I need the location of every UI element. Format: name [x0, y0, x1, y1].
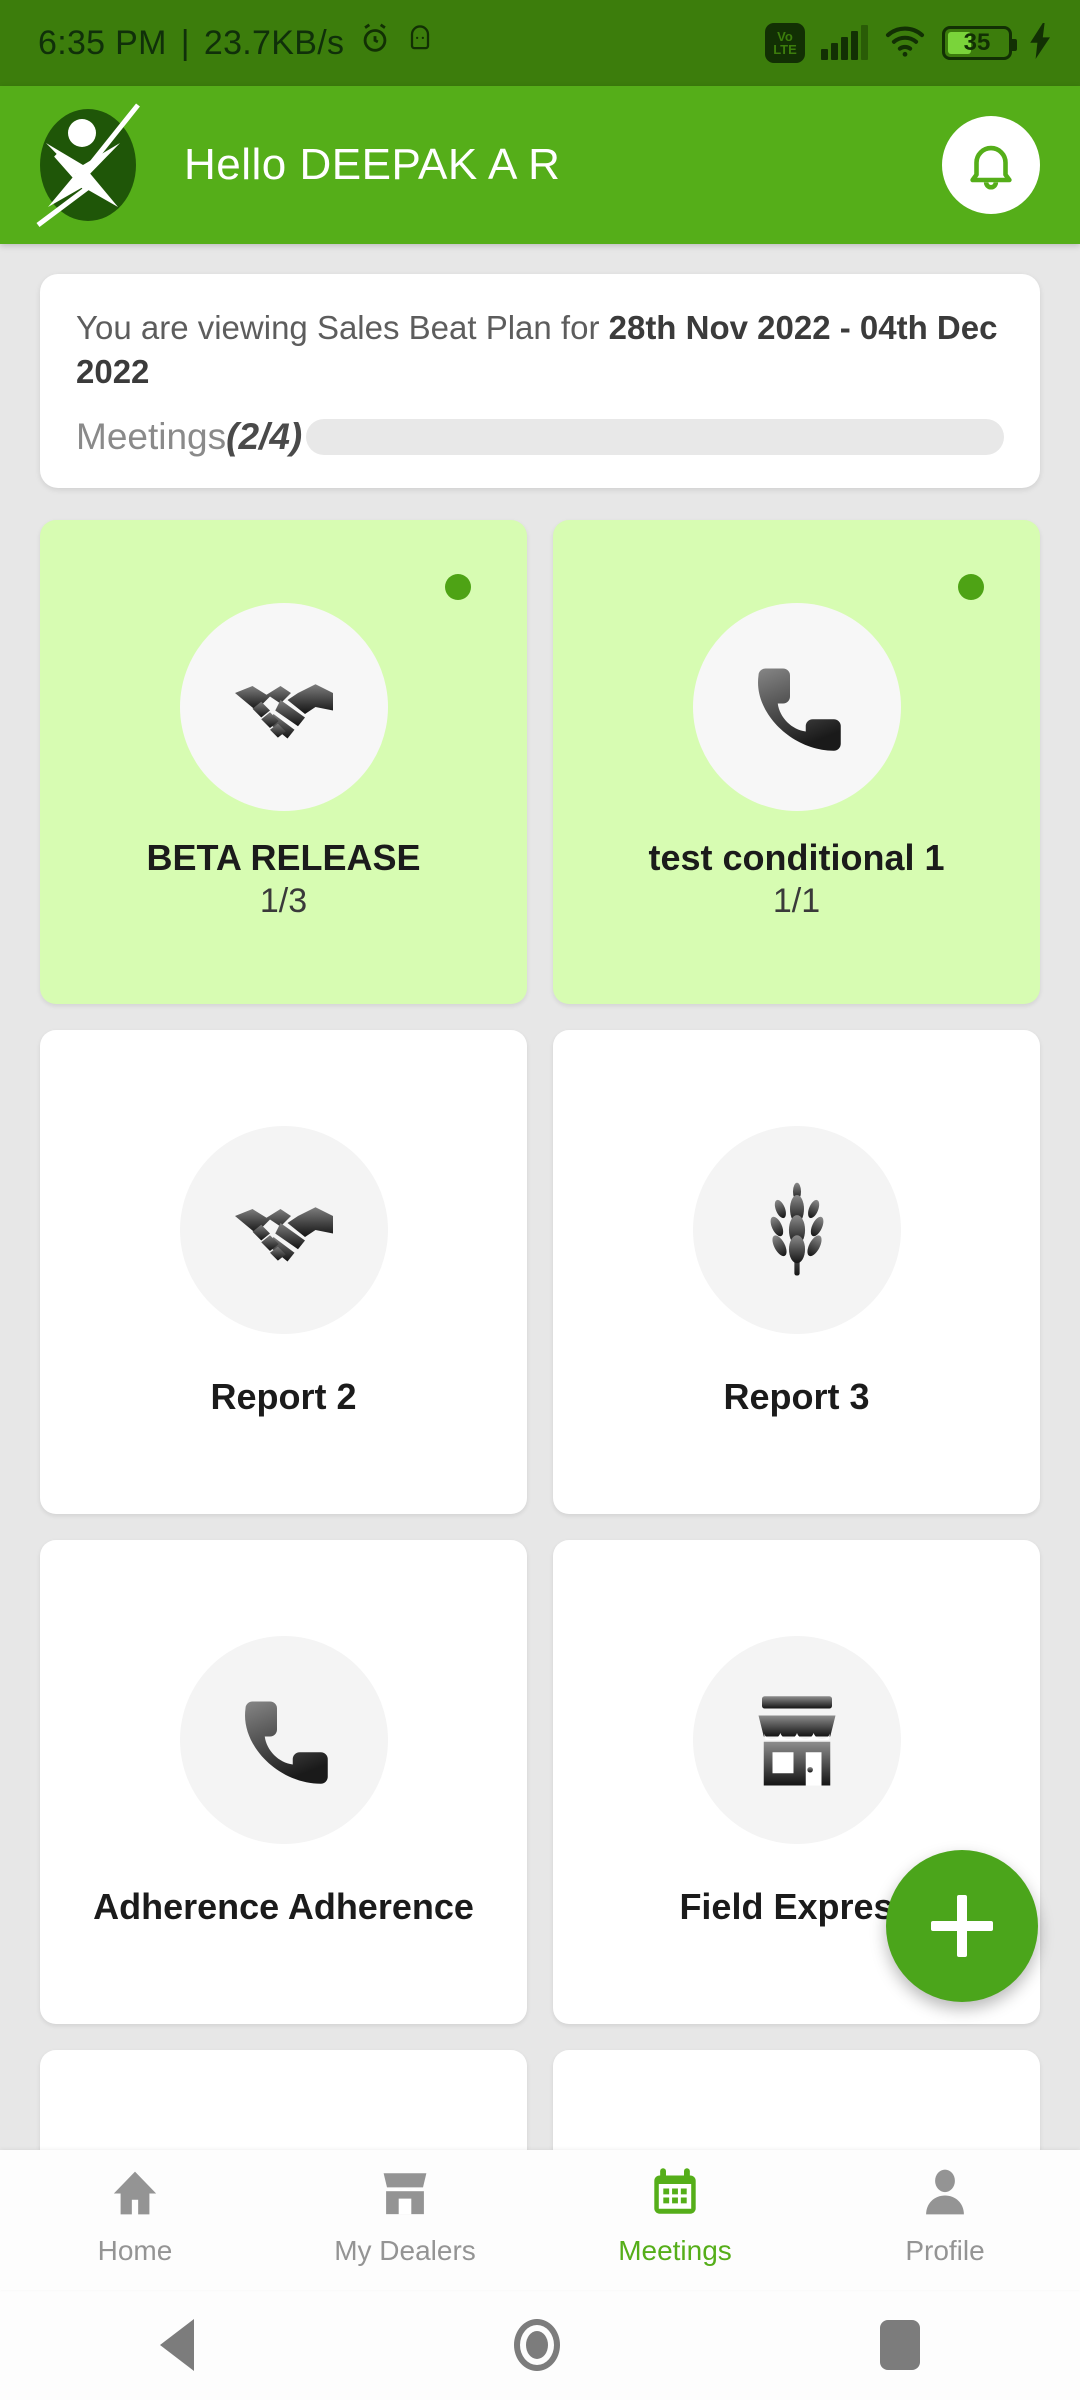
- meetings-progress-count: (2/4): [226, 415, 303, 457]
- volte-icon: Vo LTE: [765, 23, 805, 63]
- phone-icon: [692, 602, 901, 811]
- nav-item-my-dealers[interactable]: My Dealers: [270, 2166, 540, 2267]
- beat-plan-prefix: You are viewing Sales Beat Plan for: [76, 309, 609, 346]
- beat-plan-info-card: You are viewing Sales Beat Plan for 28th…: [40, 274, 1040, 488]
- report-tile[interactable]: test conditional 1 1/1: [553, 519, 1040, 1004]
- report-tile-title: Report 3: [723, 1376, 870, 1418]
- status-bar-right: Vo LTE 35: [765, 22, 1054, 64]
- notification-bell-button[interactable]: [942, 116, 1040, 214]
- add-button[interactable]: [886, 1850, 1038, 2002]
- handshake-icon: [179, 1126, 388, 1335]
- recents-square-icon[interactable]: [880, 2320, 920, 2370]
- meetings-progress-label: Meetings: [76, 415, 227, 457]
- system-navigation-bar: [0, 2290, 1080, 2400]
- meetings-progress-bar: [306, 418, 1004, 455]
- report-tile[interactable]: BETA RELEASE 1/3: [40, 519, 527, 1004]
- signal-bars-icon: [821, 25, 868, 60]
- nav-item-home[interactable]: Home: [0, 2166, 270, 2267]
- report-tile-title: test conditional 1: [648, 836, 945, 878]
- app-logo[interactable]: [26, 103, 150, 227]
- status-bar-left: 6:35 PM | 23.7KB/s: [38, 22, 434, 65]
- storefront-icon: [692, 1636, 901, 1845]
- report-tile-title: BETA RELEASE: [146, 836, 421, 878]
- volte-bottom-label: LTE: [773, 42, 797, 57]
- android-robot-icon: [406, 23, 434, 64]
- nav-item-label: Meetings: [618, 2235, 732, 2266]
- phone-screen: 6:35 PM | 23.7KB/s Vo LTE 35 Hello DEEPA…: [0, 0, 1080, 2400]
- app-logo-mark: [36, 103, 140, 227]
- status-dot: [958, 573, 984, 600]
- nav-item-label: Profile: [905, 2235, 985, 2266]
- report-tile-count: 1/1: [772, 881, 821, 920]
- report-tile[interactable]: Adherence Adherence: [40, 1539, 527, 2024]
- back-triangle-icon[interactable]: [160, 2319, 194, 2371]
- home-icon: [108, 2166, 162, 2225]
- report-tile-count: 1/3: [259, 881, 308, 920]
- greeting-text: Hello DEEPAK A R: [184, 140, 561, 189]
- report-tile[interactable]: [40, 2049, 527, 2150]
- battery-icon: 35: [942, 26, 1017, 60]
- report-tile[interactable]: [553, 2049, 1040, 2150]
- lightning-bolt-icon: [1028, 22, 1054, 64]
- nav-item-label: Home: [97, 2235, 173, 2266]
- status-network-speed: 23.7KB/s: [203, 23, 345, 62]
- wheat-icon: [692, 1126, 901, 1335]
- status-separator: |: [180, 23, 190, 62]
- app-header: Hello DEEPAK A R: [0, 86, 1080, 244]
- status-dot: [445, 573, 471, 600]
- plus-icon: [931, 1895, 993, 1957]
- report-tile[interactable]: Report 2: [40, 1029, 527, 1514]
- report-tile-title: Report 2: [210, 1376, 357, 1418]
- report-tile[interactable]: Report 3: [553, 1029, 1040, 1514]
- battery-level: 35: [963, 29, 991, 56]
- status-time: 6:35 PM: [38, 23, 167, 62]
- nav-item-label: My Dealers: [334, 2235, 476, 2266]
- alarm-clock-icon: [358, 22, 392, 65]
- nav-item-meetings[interactable]: Meetings: [540, 2166, 810, 2267]
- wifi-icon: [884, 24, 926, 63]
- meetings-progress-row: Meetings (2/4): [76, 416, 1004, 458]
- beat-plan-description: You are viewing Sales Beat Plan for 28th…: [76, 306, 1004, 394]
- person-icon: [918, 2166, 972, 2225]
- main-content: You are viewing Sales Beat Plan for 28th…: [0, 244, 1080, 2150]
- home-circle-icon[interactable]: [514, 2319, 560, 2371]
- status-bar: 6:35 PM | 23.7KB/s Vo LTE 35: [0, 0, 1080, 86]
- nav-item-profile[interactable]: Profile: [810, 2166, 1080, 2267]
- bottom-navigation: Home My Dealers Meetings Profile: [0, 2150, 1080, 2290]
- phone-icon: [179, 1636, 388, 1845]
- calendar-icon: [648, 2166, 702, 2225]
- store-icon: [378, 2166, 432, 2225]
- handshake-icon: [179, 602, 388, 811]
- notification-bell-icon: [970, 145, 1012, 190]
- report-tile-title: Adherence Adherence: [93, 1886, 474, 1928]
